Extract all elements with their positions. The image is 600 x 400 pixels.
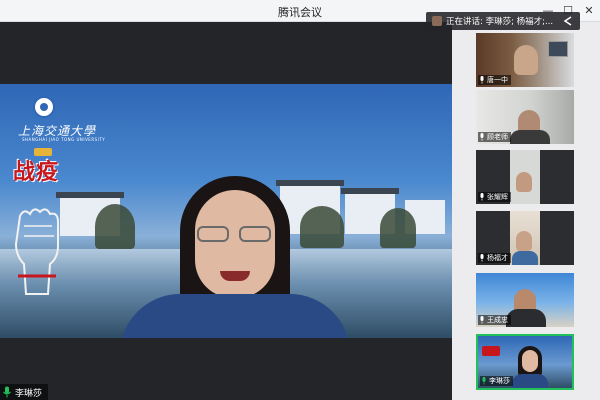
participant-name-tag: 唐一中 — [478, 75, 511, 85]
campus-roof — [56, 192, 124, 198]
participant-name-tag: 王成忠 — [478, 315, 511, 325]
participant-name-tag: 顾老师 — [478, 132, 511, 142]
microphone-icon — [480, 193, 484, 201]
participant-name: 顾老师 — [487, 133, 508, 141]
microphone-icon — [3, 386, 11, 398]
presenter-body — [120, 294, 350, 338]
participant-face — [514, 45, 538, 75]
microphone-icon — [480, 133, 484, 141]
participant-name-tag: 杨福才 — [478, 253, 511, 263]
background-monitor — [548, 41, 568, 57]
participant-body — [512, 374, 548, 388]
participant-tile[interactable]: 唐一中 — [476, 33, 574, 87]
close-icon[interactable]: ✕ — [581, 3, 597, 19]
meeting-window: 腾讯会议 — ☐ ✕ 正在讲话: 李琳莎; 杨福才;... 上海交通大學 SHA… — [0, 0, 600, 400]
speaking-banner[interactable]: 正在讲话: 李琳莎; 杨福才;... — [426, 12, 580, 30]
university-emblem-icon — [33, 96, 55, 118]
microphone-icon — [480, 76, 484, 84]
presenter-video — [120, 176, 350, 338]
participant-name: 张耀辉 — [487, 193, 508, 201]
participant-tile[interactable]: 杨福才 — [476, 211, 574, 265]
participant-name-tag: 李琳莎 — [480, 376, 513, 386]
presenter-face — [195, 190, 275, 298]
participant-body — [510, 130, 550, 144]
microphone-icon — [480, 316, 484, 324]
microphone-icon — [482, 377, 486, 385]
participant-name: 李琳莎 — [489, 377, 510, 385]
participant-face — [522, 350, 538, 372]
speaker-avatar-icon — [432, 16, 442, 26]
presenter-glasses — [197, 226, 275, 242]
collapse-arrow-icon[interactable] — [562, 15, 574, 27]
poster-text: 战疫 — [13, 159, 60, 185]
participant-face — [516, 172, 532, 192]
participant-face — [516, 231, 532, 251]
participant-tile[interactable]: 王成忠 — [476, 273, 574, 327]
participant-body — [512, 251, 538, 265]
participant-name-tag: 张耀辉 — [478, 192, 511, 202]
microphone-icon — [480, 254, 484, 262]
main-stage: 上海交通大學 SHANGHAI JIAO TONG UNIVERSITY 战疫 — [0, 22, 452, 400]
participant-name: 杨福才 — [487, 254, 508, 262]
university-logo-subtitle: SHANGHAI JIAO TONG UNIVERSITY — [22, 137, 106, 142]
participant-tile[interactable]: 顾老师 — [476, 90, 574, 144]
speaking-text: 正在讲话: 李琳莎; 杨福才;... — [446, 17, 554, 27]
participant-name: 唐一中 — [487, 76, 508, 84]
participant-name: 王成忠 — [487, 316, 508, 324]
poster-thumbnail — [482, 346, 500, 356]
participant-tile[interactable]: 张耀辉 — [476, 150, 574, 204]
main-video[interactable]: 上海交通大學 SHANGHAI JIAO TONG UNIVERSITY 战疫 — [0, 84, 452, 338]
main-video-name-tag: 李琳莎 — [0, 384, 49, 400]
participant-body — [506, 309, 546, 327]
participant-tile-active[interactable]: 李琳莎 — [476, 334, 574, 390]
tree — [380, 208, 416, 248]
raised-fist-icon — [14, 208, 59, 295]
main-participant-name: 李琳莎 — [15, 388, 43, 399]
